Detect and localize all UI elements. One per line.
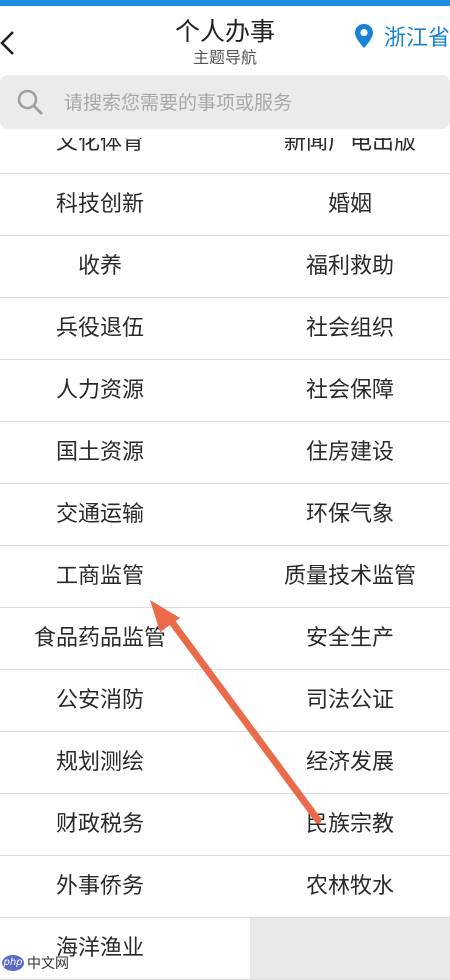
topic-item-right[interactable]: 社会保障: [250, 360, 450, 421]
topic-item-left[interactable]: 财政税务: [0, 794, 200, 855]
topic-row: 人力资源 社会保障: [0, 360, 450, 422]
watermark-site: 中文网: [27, 956, 69, 972]
topic-item-left[interactable]: 规划测绘: [0, 732, 200, 793]
topic-item-left[interactable]: 交通运输: [0, 484, 200, 545]
topic-row: 交通运输 环保气象: [0, 484, 450, 546]
search-input[interactable]: 请搜索您需要的事项或服务: [0, 75, 450, 129]
topic-row: 公安消防 司法公证: [0, 670, 450, 732]
topic-row: 食品药品监管 安全生产: [0, 608, 450, 670]
topic-item-right[interactable]: 安全生产: [250, 608, 450, 669]
topic-item-left[interactable]: 公安消防: [0, 670, 200, 731]
topic-item-right[interactable]: 福利救助: [250, 236, 450, 297]
topic-list: 文化体育 新闻广电出版 科技创新 婚姻 收养 福利救助 兵役退伍 社会组织 人力…: [0, 112, 450, 980]
topic-item-left[interactable]: 外事侨务: [0, 856, 200, 917]
location-pin-icon: [354, 24, 373, 48]
topic-row: 国土资源 住房建设: [0, 422, 450, 484]
topic-row: 收养 福利救助: [0, 236, 450, 298]
topic-item-left[interactable]: 兵役退伍: [0, 298, 200, 359]
search-placeholder: 请搜索您需要的事项或服务: [64, 92, 293, 114]
location-selector[interactable]: 浙江省: [354, 20, 450, 52]
search-bar: 请搜索您需要的事项或服务: [0, 66, 450, 138]
header: 个人办事 主题导航 浙江省: [0, 6, 450, 67]
topic-item-left[interactable]: 收养: [0, 236, 200, 297]
topic-row: 规划测绘 经济发展: [0, 732, 450, 794]
topic-item-left[interactable]: 食品药品监管: [0, 608, 200, 669]
topic-item-right[interactable]: 经济发展: [250, 732, 450, 793]
topic-item-left[interactable]: 工商监管: [0, 546, 200, 607]
topic-item-left[interactable]: 人力资源: [0, 360, 200, 421]
topic-item-right[interactable]: 住房建设: [250, 422, 450, 483]
topic-row: 工商监管 质量技术监管: [0, 546, 450, 608]
topic-row: 兵役退伍 社会组织: [0, 298, 450, 360]
topic-item-right[interactable]: 农林牧水: [250, 856, 450, 917]
search-icon: [17, 89, 43, 115]
topic-item-right[interactable]: 环保气象: [250, 484, 450, 545]
topic-item-right[interactable]: 民族宗教: [250, 794, 450, 855]
watermark: php 中文网: [2, 953, 69, 973]
location-label: 浙江省: [383, 26, 450, 51]
topic-item-right[interactable]: 司法公证: [250, 670, 450, 731]
topic-item-right[interactable]: 社会组织: [250, 298, 450, 359]
topic-item-left[interactable]: 国土资源: [0, 422, 200, 483]
topic-item-right[interactable]: 质量技术监管: [250, 546, 450, 607]
topic-item-right[interactable]: 婚姻: [250, 174, 450, 235]
topic-item-left[interactable]: 科技创新: [0, 174, 200, 235]
topic-row: 财政税务 民族宗教: [0, 794, 450, 856]
topic-item-placeholder: [250, 918, 450, 979]
watermark-logo: php: [2, 955, 24, 971]
topic-row: 外事侨务 农林牧水: [0, 856, 450, 918]
topic-row: 科技创新 婚姻: [0, 174, 450, 236]
